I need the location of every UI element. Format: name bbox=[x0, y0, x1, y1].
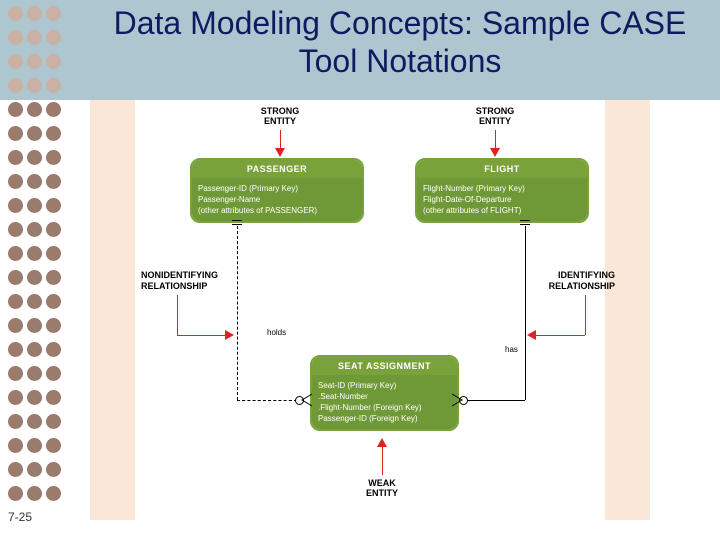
label-strong-left: STRONG ENTITY bbox=[250, 106, 310, 126]
attr: Passenger-Name bbox=[198, 194, 356, 205]
entity-seat-attrs: Seat-ID (Primary Key) .Seat-Number .Flig… bbox=[312, 375, 457, 429]
attr: Flight-Number (Primary Key) bbox=[423, 183, 581, 194]
page-number: 7-25 bbox=[8, 510, 32, 524]
page-title: Data Modeling Concepts: Sample CASE Tool… bbox=[90, 4, 710, 80]
entity-flight-name: FLIGHT bbox=[417, 160, 587, 178]
attr: .Flight-Number (Foreign Key) bbox=[318, 402, 451, 413]
entity-flight: FLIGHT Flight-Number (Primary Key) Fligh… bbox=[415, 158, 589, 223]
attr: Flight-Date-Of-Departure bbox=[423, 194, 581, 205]
entity-seat-name: SEAT ASSIGNMENT bbox=[312, 357, 457, 375]
label-nonidentifying: NONIDENTIFYING RELATIONSHIP bbox=[141, 270, 231, 292]
label-weak: WEAK ENTITY bbox=[357, 478, 407, 498]
attr: Passenger-ID (Foreign Key) bbox=[318, 413, 451, 424]
attr: Passenger-ID (Primary Key) bbox=[198, 183, 356, 194]
label-identifying: IDENTIFYING RELATIONSHIP bbox=[535, 270, 615, 292]
attr: Seat-ID (Primary Key) bbox=[318, 380, 451, 391]
attr: (other attributes of PASSENGER) bbox=[198, 205, 356, 216]
entity-passenger: PASSENGER Passenger-ID (Primary Key) Pas… bbox=[190, 158, 364, 223]
entity-seat: SEAT ASSIGNMENT Seat-ID (Primary Key) .S… bbox=[310, 355, 459, 431]
slide: Data Modeling Concepts: Sample CASE Tool… bbox=[0, 0, 720, 540]
label-strong-right: STRONG ENTITY bbox=[465, 106, 525, 126]
entity-passenger-name: PASSENGER bbox=[192, 160, 362, 178]
relation-holds: holds bbox=[267, 328, 286, 337]
attr: .Seat-Number bbox=[318, 391, 451, 402]
diagram-canvas: STRONG ENTITY STRONG ENTITY PASSENGER Pa… bbox=[90, 100, 650, 520]
attr: (other attributes of FLIGHT) bbox=[423, 205, 581, 216]
entity-flight-attrs: Flight-Number (Primary Key) Flight-Date-… bbox=[417, 178, 587, 221]
relation-has: has bbox=[505, 345, 518, 354]
decorative-dots bbox=[8, 6, 68, 510]
diagram-inner: STRONG ENTITY STRONG ENTITY PASSENGER Pa… bbox=[135, 100, 605, 520]
entity-passenger-attrs: Passenger-ID (Primary Key) Passenger-Nam… bbox=[192, 178, 362, 221]
